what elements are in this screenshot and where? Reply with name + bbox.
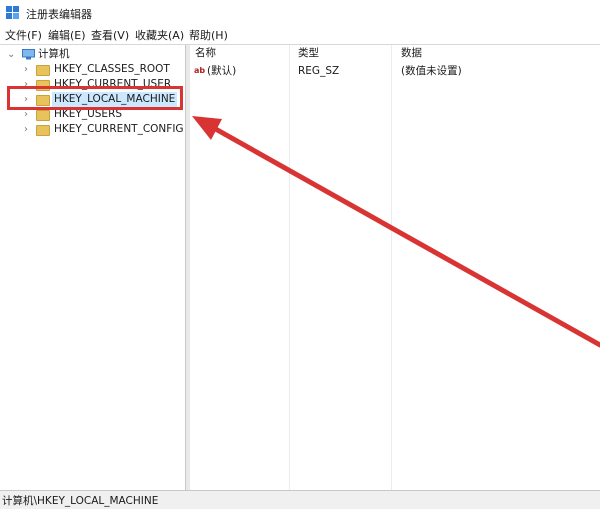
regedit-app-icon <box>6 6 19 19</box>
menu-view[interactable]: 查看(V) <box>90 27 130 43</box>
folder-icon <box>36 110 50 121</box>
column-header-name[interactable]: 名称 <box>195 46 216 61</box>
folder-icon <box>36 65 50 76</box>
chevron-right-icon[interactable]: › <box>24 62 28 77</box>
status-bar: 计算机\HKEY_LOCAL_MACHINE <box>0 490 600 509</box>
column-divider[interactable] <box>289 45 290 491</box>
title-bar: 注册表编辑器 <box>0 0 600 26</box>
computer-icon <box>22 49 35 60</box>
column-header-data[interactable]: 数据 <box>401 46 422 61</box>
chevron-right-icon[interactable]: › <box>24 122 28 137</box>
string-value-icon: ab <box>194 66 206 75</box>
value-name: (默认) <box>207 65 237 77</box>
menu-edit[interactable]: 编辑(E) <box>47 27 87 43</box>
value-type: REG_SZ <box>298 65 340 77</box>
menu-bar: 文件(F) 编辑(E) 查看(V) 收藏夹(A) 帮助(H) <box>0 26 600 44</box>
tree-item-label: HKEY_CURRENT_CONFIG <box>54 123 184 135</box>
tree-item-hkcr[interactable]: › HKEY_CLASSES_ROOT <box>0 62 184 77</box>
tree-item-label: HKEY_CLASSES_ROOT <box>54 63 170 75</box>
folder-icon <box>36 125 50 136</box>
annotation-highlight-box <box>7 86 183 110</box>
window-title: 注册表编辑器 <box>26 8 92 21</box>
chevron-down-icon[interactable]: ⌄ <box>7 47 15 62</box>
tree-root-label: 计算机 <box>38 48 70 60</box>
registry-tree[interactable]: ⌄ 计算机 › HKEY_CLASSES_ROOT › HKEY_CURRENT… <box>0 45 184 491</box>
tree-item-hkcc[interactable]: › HKEY_CURRENT_CONFIG <box>0 122 184 137</box>
main-area: ⌄ 计算机 › HKEY_CLASSES_ROOT › HKEY_CURRENT… <box>0 44 600 491</box>
status-path: 计算机\HKEY_LOCAL_MACHINE <box>2 495 159 507</box>
tree-root-computer[interactable]: ⌄ 计算机 <box>0 47 184 62</box>
value-row[interactable]: ab (默认) REG_SZ (数值未设置) <box>190 63 600 79</box>
column-header-type[interactable]: 类型 <box>298 46 319 61</box>
value-data: (数值未设置) <box>401 65 462 77</box>
value-list[interactable]: 名称 类型 数据 ab (默认) REG_SZ (数值未设置) <box>190 45 600 491</box>
column-divider[interactable] <box>391 45 392 491</box>
menu-favorites[interactable]: 收藏夹(A) <box>134 27 185 43</box>
menu-help[interactable]: 帮助(H) <box>188 27 229 43</box>
menu-file[interactable]: 文件(F) <box>4 27 43 43</box>
